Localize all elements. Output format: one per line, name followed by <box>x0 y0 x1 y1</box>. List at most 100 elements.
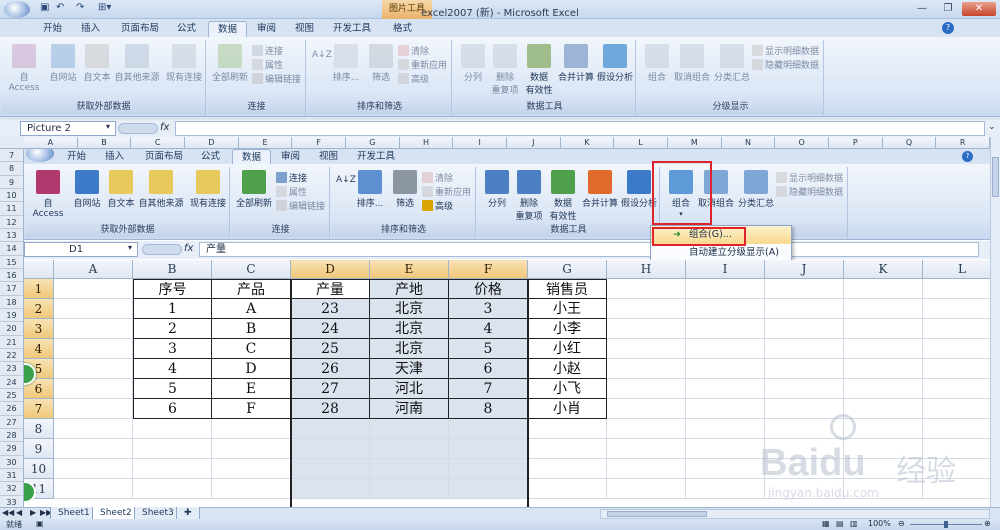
outer-column-header[interactable]: I <box>453 137 507 149</box>
outer-row-header[interactable]: 13 <box>0 229 23 243</box>
horizontal-scrollbar[interactable] <box>600 509 990 519</box>
outer-row-header[interactable]: 16 <box>0 269 23 283</box>
outer-column-header[interactable]: C <box>131 137 185 149</box>
scroll-thumb[interactable] <box>607 511 707 517</box>
outer-column-header[interactable]: Q <box>882 137 937 149</box>
outer-row-header[interactable]: 27 <box>0 416 23 429</box>
outer-column-header[interactable]: J <box>507 137 561 149</box>
page-break-view-icon[interactable]: ▥ <box>850 519 858 528</box>
properties-button[interactable]: 属性 <box>252 58 283 71</box>
from-text-button[interactable]: 自文本 <box>80 44 114 83</box>
outer-row-header[interactable]: 12 <box>0 216 23 229</box>
outer-name-box-dropdown-icon[interactable]: ▾ <box>106 122 110 131</box>
tab-review[interactable]: 审阅 <box>248 21 285 37</box>
first-sheet-icon[interactable]: ◀◀ <box>2 508 14 517</box>
help-icon[interactable]: ? <box>942 22 954 34</box>
macro-record-icon[interactable]: ▣ <box>36 519 44 528</box>
refresh-all-button[interactable]: 全部刷新 <box>210 44 250 83</box>
outer-fx-icon[interactable]: fx <box>160 122 169 133</box>
hide-detail-button[interactable]: 隐藏明细数据 <box>752 58 819 71</box>
connections-button[interactable]: 连接 <box>252 44 283 57</box>
tab-home[interactable]: 开始 <box>34 21 71 37</box>
tab-format[interactable]: 格式 <box>384 21 421 37</box>
text-to-columns-button[interactable]: 分列 <box>458 44 488 83</box>
prev-sheet-icon[interactable]: ◀ <box>16 508 22 517</box>
outer-column-header[interactable]: R <box>936 137 990 149</box>
outer-column-header[interactable]: G <box>346 137 400 149</box>
outer-column-header[interactable]: N <box>721 137 776 149</box>
outer-column-header[interactable]: O <box>775 137 829 149</box>
subtotal-button[interactable]: 分类汇总 <box>712 44 752 83</box>
data-validation-button[interactable]: 数据 有效性 <box>522 44 556 96</box>
close-button[interactable]: ✕ <box>962 2 996 16</box>
outer-row-header[interactable]: 32 <box>0 482 23 496</box>
consolidate-button[interactable]: 合并计算 <box>556 44 596 83</box>
outer-row-header[interactable]: 31 <box>0 469 23 483</box>
tab-developer[interactable]: 开发工具 <box>324 21 380 37</box>
outer-row-header[interactable]: 29 <box>0 442 23 456</box>
outer-row-header[interactable]: 14 <box>0 242 23 256</box>
tab-data[interactable]: 数据 <box>208 21 248 37</box>
outer-column-header[interactable]: P <box>829 137 883 149</box>
minimize-button[interactable]: — <box>910 2 934 16</box>
next-sheet-icon[interactable]: ▶ <box>30 508 36 517</box>
page-layout-view-icon[interactable]: ▤ <box>836 519 844 528</box>
outer-row-header[interactable]: 30 <box>0 456 23 469</box>
from-other-sources-button[interactable]: 自其他来源 <box>112 44 162 83</box>
tab-view[interactable]: 视图 <box>286 21 323 37</box>
group-button[interactable]: 组合 <box>642 44 672 83</box>
outer-row-header[interactable]: 10 <box>0 189 23 203</box>
tab-formulas[interactable]: 公式 <box>168 21 205 37</box>
outer-row-header[interactable]: 11 <box>0 202 23 216</box>
outer-row-header[interactable]: 24 <box>0 376 23 389</box>
normal-view-icon[interactable]: ▦ <box>822 519 830 528</box>
filter-button[interactable]: 筛选 <box>366 44 396 83</box>
restore-button[interactable]: ❐ <box>936 2 960 16</box>
clear-button[interactable]: 清除 <box>398 44 429 57</box>
sort-button[interactable]: 排序... <box>328 44 364 83</box>
outer-column-header[interactable]: F <box>292 137 346 149</box>
scroll-thumb[interactable] <box>992 157 999 197</box>
from-access-button[interactable]: 自 Access <box>4 44 44 93</box>
outer-row-header[interactable]: 8 <box>0 162 23 176</box>
zoom-slider-handle[interactable] <box>944 521 948 528</box>
outer-row-header[interactable]: 19 <box>0 309 23 323</box>
outer-row-header[interactable]: 25 <box>0 389 23 403</box>
outer-row-header[interactable]: 7 <box>0 149 23 163</box>
outer-row-header[interactable]: 28 <box>0 429 23 443</box>
zoom-out-icon[interactable]: ⊖ <box>898 519 905 528</box>
what-if-analysis-button[interactable]: 假设分析 <box>594 44 636 83</box>
outer-row-header[interactable]: 22 <box>0 349 23 363</box>
outer-row-header[interactable]: 20 <box>0 322 23 336</box>
outer-column-header[interactable]: L <box>614 137 668 149</box>
expand-formula-icon[interactable]: ⌄ <box>988 122 996 132</box>
outer-row-header[interactable]: 21 <box>0 336 23 349</box>
outer-column-header[interactable]: H <box>399 137 454 149</box>
outer-column-header[interactable]: A <box>24 137 78 149</box>
show-detail-button[interactable]: 显示明细数据 <box>752 44 819 57</box>
outer-column-header[interactable]: D <box>185 137 239 149</box>
reapply-button[interactable]: 重新应用 <box>398 58 447 71</box>
zoom-level[interactable]: 100% <box>868 519 891 528</box>
outer-row-header[interactable]: 26 <box>0 402 23 416</box>
outer-row-header[interactable]: 15 <box>0 256 23 269</box>
outer-name-box[interactable]: Picture 2 <box>20 121 116 136</box>
outer-row-header[interactable]: 17 <box>0 282 23 296</box>
outer-vertical-scrollbar[interactable] <box>990 137 1000 507</box>
advanced-button[interactable]: 高级 <box>398 72 429 85</box>
edit-links-button[interactable]: 编辑链接 <box>252 72 301 85</box>
zoom-in-icon[interactable]: ⊕ <box>984 519 991 528</box>
remove-duplicates-button[interactable]: 删除 重复项 <box>488 44 522 96</box>
outer-column-header[interactable]: B <box>77 137 132 149</box>
outer-column-header[interactable]: M <box>668 137 722 149</box>
outer-column-header[interactable]: E <box>238 137 293 149</box>
outer-row-header[interactable]: 18 <box>0 296 23 309</box>
outer-row-header[interactable]: 23 <box>0 362 23 376</box>
outer-formula-input[interactable] <box>175 121 985 136</box>
existing-connections-button[interactable]: 现有连接 <box>164 44 204 83</box>
tab-insert[interactable]: 插入 <box>72 21 109 37</box>
tab-page-layout[interactable]: 页面布局 <box>112 21 168 37</box>
ungroup-button[interactable]: 取消组合 <box>672 44 712 83</box>
from-web-button[interactable]: 自网站 <box>46 44 80 83</box>
outer-column-header[interactable]: K <box>560 137 615 149</box>
